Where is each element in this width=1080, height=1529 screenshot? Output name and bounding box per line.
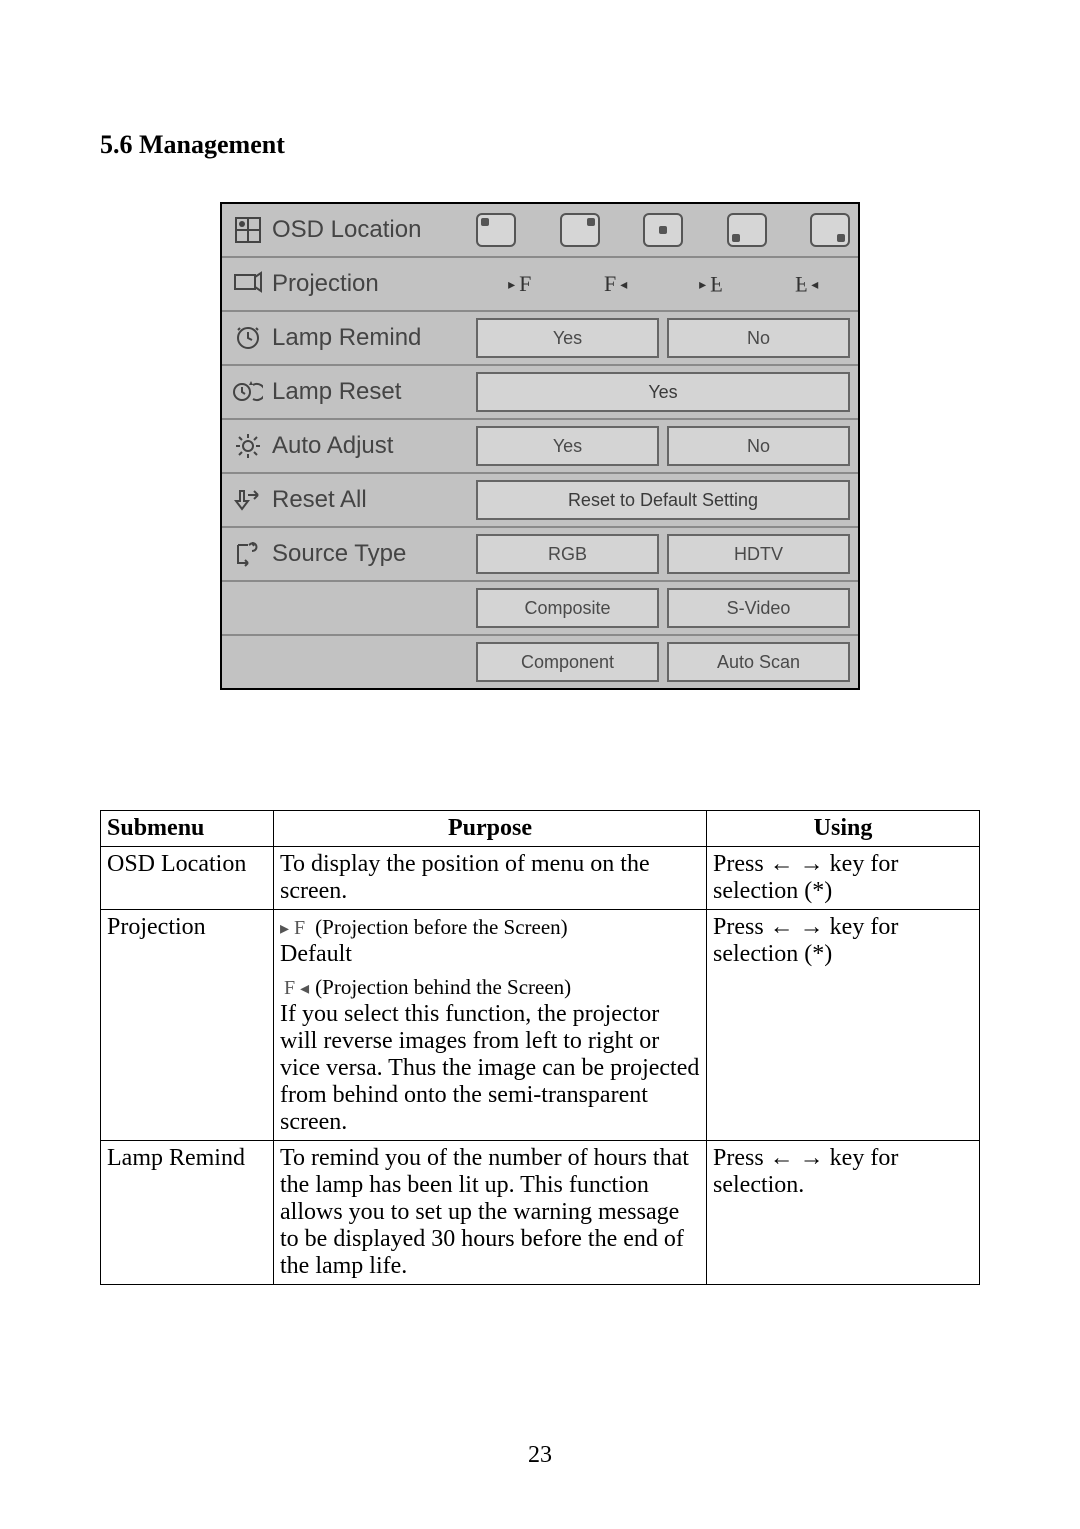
osd-row-lamp-remind: Lamp Remind Yes No bbox=[222, 310, 858, 364]
loc-top-right-icon[interactable] bbox=[560, 213, 600, 247]
source-autoscan-button[interactable]: Auto Scan bbox=[667, 642, 850, 682]
loc-bottom-right-icon[interactable] bbox=[810, 213, 850, 247]
osd-label-lamp-reset: Lamp Reset bbox=[222, 366, 476, 418]
projection-icon bbox=[230, 266, 266, 302]
submenu-table: Submenu Purpose Using OSD Location To di… bbox=[100, 810, 980, 1285]
osd-label-source-type: Source Type bbox=[222, 528, 476, 580]
cell-using-lamp: Press ← → key for selection. bbox=[707, 1141, 980, 1285]
osd-row-reset-all: Reset All Reset to Default Setting bbox=[222, 472, 858, 526]
arrow-keys-icon: ← → bbox=[770, 851, 824, 877]
loc-center-icon[interactable] bbox=[643, 213, 683, 247]
proj-default-text: Default bbox=[280, 941, 700, 968]
osd-location-text: OSD Location bbox=[272, 216, 421, 244]
proj-ceiling-rear-icon[interactable]: ▸F bbox=[795, 271, 818, 297]
osd-source-type-row1: RGB HDTV bbox=[476, 528, 858, 580]
cell-submenu-projection: Projection bbox=[101, 910, 274, 1141]
osd-label-lamp-remind: Lamp Remind bbox=[222, 312, 476, 364]
osd-lamp-remind-text: Lamp Remind bbox=[272, 324, 421, 352]
osd-source-type-row2: Composite S-Video bbox=[476, 582, 858, 634]
proj-body-text: If you select this function, the project… bbox=[280, 1001, 700, 1136]
osd-label-auto-adjust: Auto Adjust bbox=[222, 420, 476, 472]
osd-panel: OSD Location Projection ▸F ▸F ▸F bbox=[220, 202, 860, 690]
osd-auto-adjust-text: Auto Adjust bbox=[272, 432, 393, 460]
proj-behind-text: (Projection behind the Screen) bbox=[315, 975, 571, 999]
osd-row-projection: Projection ▸F ▸F ▸F ▸F bbox=[222, 256, 858, 310]
reset-all-button[interactable]: Reset to Default Setting bbox=[476, 480, 850, 520]
grid-icon bbox=[230, 212, 266, 248]
source-component-button[interactable]: Component bbox=[476, 642, 659, 682]
osd-row-location: OSD Location bbox=[222, 204, 858, 256]
table-row: Lamp Remind To remind you of the number … bbox=[101, 1141, 980, 1285]
cell-purpose-osd: To display the position of menu on the s… bbox=[274, 847, 707, 910]
osd-label-empty-1 bbox=[222, 582, 476, 634]
auto-adjust-no-button[interactable]: No bbox=[667, 426, 850, 466]
osd-label-empty-2 bbox=[222, 636, 476, 688]
section-title: 5.6 Management bbox=[100, 130, 980, 160]
source-hdtv-button[interactable]: HDTV bbox=[667, 534, 850, 574]
osd-source-type-text: Source Type bbox=[272, 540, 406, 568]
osd-label-projection: Projection bbox=[222, 258, 476, 310]
osd-label-reset-all: Reset All bbox=[222, 474, 476, 526]
using-prefix: Press bbox=[713, 1145, 770, 1171]
arrow-keys-icon: ← → bbox=[770, 1145, 824, 1171]
th-purpose: Purpose bbox=[274, 811, 707, 847]
cell-submenu-lamp: Lamp Remind bbox=[101, 1141, 274, 1285]
cell-purpose-projection: ▸ F (Projection before the Screen) Defau… bbox=[274, 910, 707, 1141]
proj-rear-icon[interactable]: ▸F bbox=[604, 271, 627, 297]
clock-icon bbox=[230, 320, 266, 356]
proj-ceiling-front-icon[interactable]: ▸F bbox=[699, 271, 722, 297]
reset-all-icon bbox=[230, 482, 266, 518]
osd-lamp-reset-options: Yes bbox=[476, 366, 858, 418]
osd-location-options[interactable] bbox=[476, 204, 858, 256]
lamp-reset-yes-button[interactable]: Yes bbox=[476, 372, 850, 412]
table-row: OSD Location To display the position of … bbox=[101, 847, 980, 910]
page-number: 23 bbox=[0, 1442, 1080, 1469]
osd-source-type-row3: Component Auto Scan bbox=[476, 636, 858, 688]
cell-using-projection: Press ← → key for selection (*) bbox=[707, 910, 980, 1141]
source-rgb-button[interactable]: RGB bbox=[476, 534, 659, 574]
proj-before-text: (Projection before the Screen) bbox=[315, 915, 567, 939]
loc-bottom-left-icon[interactable] bbox=[727, 213, 767, 247]
loc-top-left-icon[interactable] bbox=[476, 213, 516, 247]
osd-row-source-type: Source Type RGB HDTV bbox=[222, 526, 858, 580]
osd-projection-options[interactable]: ▸F ▸F ▸F ▸F bbox=[476, 258, 858, 310]
cell-using-osd: Press ← → key for selection (*) bbox=[707, 847, 980, 910]
source-svideo-button[interactable]: S-Video bbox=[667, 588, 850, 628]
source-icon bbox=[230, 536, 266, 572]
reset-clock-icon bbox=[230, 374, 266, 410]
osd-row-auto-adjust: Auto Adjust Yes No bbox=[222, 418, 858, 472]
osd-row-source-type-2: Composite S-Video bbox=[222, 580, 858, 634]
arrow-keys-icon: ← → bbox=[770, 914, 824, 940]
cell-submenu-osd: OSD Location bbox=[101, 847, 274, 910]
lamp-remind-no-button[interactable]: No bbox=[667, 318, 850, 358]
using-prefix: Press bbox=[713, 914, 770, 940]
th-submenu: Submenu bbox=[101, 811, 274, 847]
source-composite-button[interactable]: Composite bbox=[476, 588, 659, 628]
lamp-remind-yes-button[interactable]: Yes bbox=[476, 318, 659, 358]
proj-rear-mini-icon: ▸ F bbox=[280, 977, 309, 1000]
osd-label-location: OSD Location bbox=[222, 204, 476, 256]
proj-front-icon[interactable]: ▸F bbox=[508, 271, 531, 297]
osd-projection-text: Projection bbox=[272, 270, 379, 298]
auto-adjust-yes-button[interactable]: Yes bbox=[476, 426, 659, 466]
th-using: Using bbox=[707, 811, 980, 847]
osd-lamp-remind-options: Yes No bbox=[476, 312, 858, 364]
using-prefix: Press bbox=[713, 851, 770, 877]
osd-row-lamp-reset: Lamp Reset Yes bbox=[222, 364, 858, 418]
cell-purpose-lamp: To remind you of the number of hours tha… bbox=[274, 1141, 707, 1285]
osd-reset-all-options: Reset to Default Setting bbox=[476, 474, 858, 526]
osd-reset-all-text: Reset All bbox=[272, 486, 367, 514]
osd-lamp-reset-text: Lamp Reset bbox=[272, 378, 401, 406]
brightness-icon bbox=[230, 428, 266, 464]
osd-auto-adjust-options: Yes No bbox=[476, 420, 858, 472]
osd-row-source-type-3: Component Auto Scan bbox=[222, 634, 858, 688]
table-header-row: Submenu Purpose Using bbox=[101, 811, 980, 847]
proj-front-mini-icon: ▸ F bbox=[280, 917, 309, 940]
table-row: Projection ▸ F (Projection before the Sc… bbox=[101, 910, 980, 1141]
